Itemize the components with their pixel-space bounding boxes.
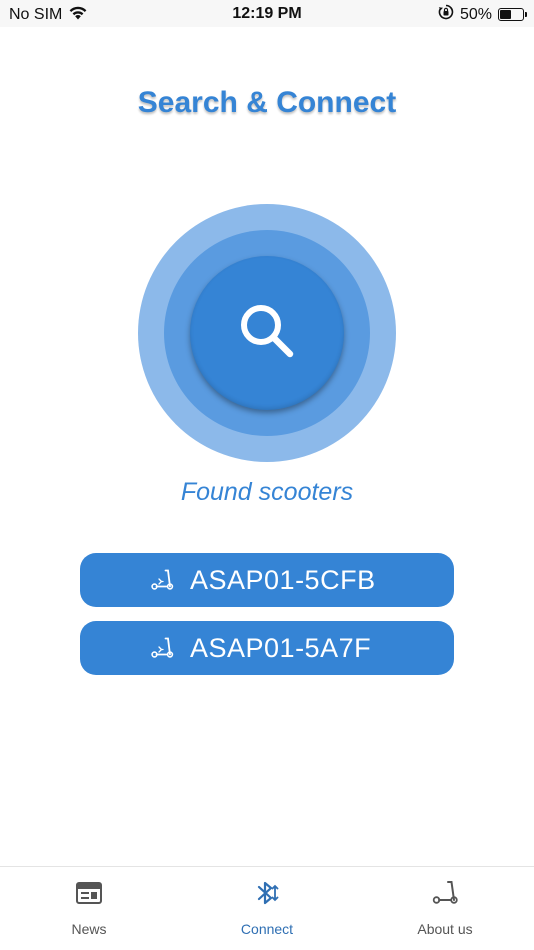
tab-about-us[interactable]: About us: [356, 867, 534, 950]
newspaper-icon: [75, 879, 103, 907]
tab-bar: News Connect About us: [0, 866, 534, 950]
battery-fill: [500, 10, 511, 19]
device-name: ASAP01-5A7F: [190, 633, 372, 663]
tab-label: About us: [417, 921, 473, 937]
status-bar: No SIM 12:19 PM 50%: [0, 0, 534, 27]
tab-label: Connect: [240, 921, 294, 937]
status-right: 50%: [438, 4, 527, 25]
page-title: Search & Connect: [137, 86, 397, 119]
battery-percent: 50%: [459, 5, 492, 23]
device-name: ASAP01-5CFB: [190, 565, 376, 595]
search-button[interactable]: [190, 256, 344, 410]
screen: No SIM 12:19 PM 50% Search & Connect Fou…: [0, 0, 534, 950]
orientation-lock-icon: [438, 4, 454, 25]
scooter-icon: [150, 636, 174, 660]
scooter-icon: [431, 879, 459, 907]
device-button-asap01-5a7f[interactable]: ASAP01-5A7F: [80, 621, 454, 675]
found-scooters-label: Found scooters: [180, 478, 354, 506]
tab-connect[interactable]: Connect: [178, 867, 356, 950]
device-button-asap01-5cfb[interactable]: ASAP01-5CFB: [80, 553, 454, 607]
scooter-icon: [150, 568, 174, 592]
search-icon: [237, 301, 297, 366]
tab-label: News: [71, 921, 107, 937]
battery-icon: [498, 8, 527, 21]
tab-news[interactable]: News: [0, 867, 178, 950]
bluetooth-icon: [253, 879, 281, 907]
